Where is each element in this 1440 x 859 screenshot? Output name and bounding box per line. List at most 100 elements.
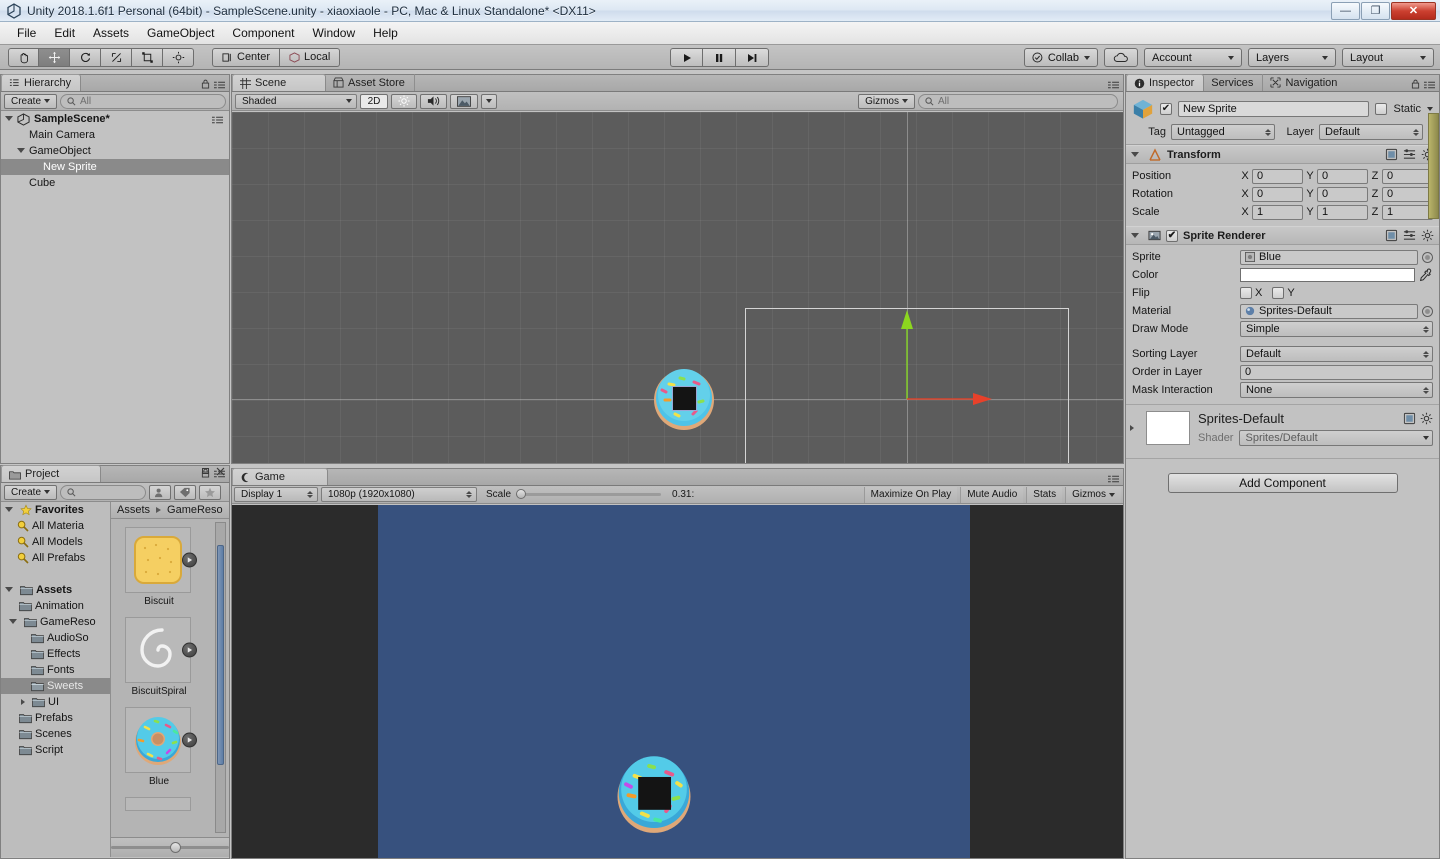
close-button[interactable]: ✕ [1391, 2, 1436, 20]
maximize-button[interactable]: ❐ [1361, 2, 1390, 20]
panel-menu-icon[interactable] [214, 80, 225, 89]
maximize-on-play-toggle[interactable]: Maximize On Play [863, 486, 958, 503]
tab-game[interactable]: Game [232, 468, 328, 485]
panel-menu-icon[interactable] [1424, 80, 1435, 89]
thumbnail-size-slider[interactable] [111, 842, 229, 853]
scene-search-input[interactable]: All [918, 93, 1118, 109]
chevron-down-icon[interactable] [17, 148, 25, 156]
help-book-icon[interactable] [1403, 412, 1416, 425]
material-picker-button[interactable] [1422, 305, 1433, 317]
tab-inspector[interactable]: Inspector [1126, 74, 1205, 91]
panel-menu-icon[interactable] [1108, 80, 1119, 89]
material-object-field[interactable]: Sprites-Default [1240, 303, 1418, 319]
scene-lighting-toggle[interactable] [391, 93, 417, 109]
gear-icon[interactable] [1420, 412, 1433, 425]
tab-scene[interactable]: Scene [232, 74, 326, 91]
lock-icon[interactable] [201, 79, 210, 89]
mute-audio-toggle[interactable]: Mute Audio [960, 486, 1024, 503]
inspector-scrollbar[interactable] [1428, 113, 1439, 219]
sprite-object-field[interactable]: Blue [1240, 249, 1418, 265]
rotate-tool-button[interactable] [70, 47, 101, 67]
project-tree-animation[interactable]: Animation [1, 598, 110, 614]
flip-y-checkbox[interactable] [1272, 287, 1285, 299]
tab-navigation[interactable]: Navigation [1263, 74, 1346, 91]
layers-button[interactable]: Layers [1248, 48, 1336, 67]
thumbnail-size-knob[interactable] [170, 842, 181, 853]
rect-tool-button[interactable] [132, 47, 163, 67]
chevron-down-icon[interactable] [1427, 107, 1433, 111]
sprite-renderer-component-header[interactable]: Sprite Renderer [1126, 226, 1439, 245]
project-tree-audiosources[interactable]: AudioSo [1, 630, 110, 646]
tag-dropdown[interactable]: Untagged [1171, 124, 1275, 140]
position-x-field[interactable]: 0 [1252, 168, 1303, 184]
account-button[interactable]: Account [1144, 48, 1242, 67]
preset-icon[interactable] [1403, 229, 1416, 242]
hierarchy-row-new-sprite[interactable]: New Sprite [1, 159, 229, 175]
scale-x-field[interactable]: 1 [1252, 204, 1303, 220]
asset-thumbnail[interactable] [125, 617, 197, 683]
transform-tool-button[interactable] [163, 47, 194, 67]
restore-icon[interactable] [202, 467, 210, 475]
hierarchy-create-button[interactable]: Create [4, 93, 58, 109]
tab-asset-store[interactable]: Asset Store [326, 74, 415, 91]
layer-dropdown[interactable]: Default [1319, 124, 1423, 140]
asset-cell-biscuit[interactable]: Biscuit [125, 527, 197, 607]
object-name-field[interactable]: New Sprite [1178, 101, 1370, 117]
move-gizmo[interactable] [887, 307, 1007, 407]
project-tree-sweets[interactable]: Sweets [1, 678, 110, 694]
project-tree-ui[interactable]: UI [1, 694, 110, 710]
position-z-field[interactable]: 0 [1382, 168, 1433, 184]
transform-component-header[interactable]: Transform [1126, 145, 1439, 164]
static-checkbox[interactable] [1375, 103, 1388, 115]
chevron-down-icon[interactable] [5, 587, 13, 595]
sprite-renderer-enabled-checkbox[interactable] [1166, 229, 1178, 242]
chevron-down-icon[interactable] [1131, 151, 1139, 160]
gear-icon[interactable] [1421, 229, 1434, 242]
project-tree-all-models[interactable]: All Models [1, 534, 110, 550]
object-enabled-checkbox[interactable] [1160, 103, 1172, 115]
hierarchy-row-cube[interactable]: Cube [1, 175, 229, 191]
breadcrumb-assets[interactable]: Assets [117, 504, 150, 516]
scene-gizmos-button[interactable]: Gizmos [858, 93, 915, 109]
scene-fx-toggle[interactable] [450, 93, 478, 109]
hierarchy-row-gameobject[interactable]: GameObject [1, 143, 229, 159]
panel-menu-icon[interactable] [1108, 474, 1119, 483]
sprite-picker-button[interactable] [1422, 251, 1433, 263]
shader-dropdown[interactable]: Sprites/Default [1239, 430, 1433, 446]
scale-knob[interactable] [516, 489, 527, 499]
position-y-field[interactable]: 0 [1317, 168, 1368, 184]
preset-icon[interactable] [1403, 148, 1416, 161]
handle-mode-button[interactable]: Local [280, 47, 341, 67]
play-button[interactable] [670, 48, 703, 67]
color-swatch-field[interactable] [1240, 268, 1415, 282]
asset-preview-button[interactable] [182, 552, 197, 568]
flip-x-checkbox[interactable] [1240, 287, 1252, 299]
asset-thumbnail[interactable] [125, 707, 197, 773]
scale-z-field[interactable]: 1 [1382, 204, 1433, 220]
tab-services[interactable]: Services [1204, 74, 1264, 91]
chevron-down-icon[interactable] [9, 619, 17, 627]
project-tree-all-materials[interactable]: All Materia [1, 518, 110, 534]
rotation-x-field[interactable]: 0 [1252, 186, 1303, 202]
project-tree-fonts[interactable]: Fonts [1, 662, 110, 678]
favorite-button[interactable] [199, 484, 222, 500]
chevron-down-icon[interactable] [5, 507, 13, 515]
asset-preview-button[interactable] [182, 732, 197, 748]
add-component-button[interactable]: Add Component [1167, 473, 1398, 493]
asset-cell-biscuitspiral[interactable]: BiscuitSpiral [125, 617, 197, 697]
game-resolution-dropdown[interactable]: 1080p (1920x1080) [321, 487, 477, 502]
project-tree-favorites[interactable]: Favorites [1, 502, 110, 518]
project-scrollbar[interactable] [215, 522, 226, 833]
scene-menu-icon[interactable] [212, 115, 223, 124]
mask-interaction-dropdown[interactable]: None [1240, 382, 1433, 398]
draw-mode-dropdown[interactable]: Simple [1240, 321, 1433, 337]
project-search-input[interactable] [60, 484, 147, 500]
menu-component[interactable]: Component [223, 23, 303, 43]
hierarchy-search-input[interactable]: All [60, 93, 226, 109]
layout-button[interactable]: Layout [1342, 48, 1434, 67]
project-tree-scenes[interactable]: Scenes [1, 726, 110, 742]
breadcrumb-gameresources[interactable]: GameReso [167, 504, 223, 516]
menu-file[interactable]: File [8, 23, 45, 43]
help-book-icon[interactable] [1385, 148, 1398, 161]
project-scrollbar-thumb[interactable] [217, 545, 224, 765]
